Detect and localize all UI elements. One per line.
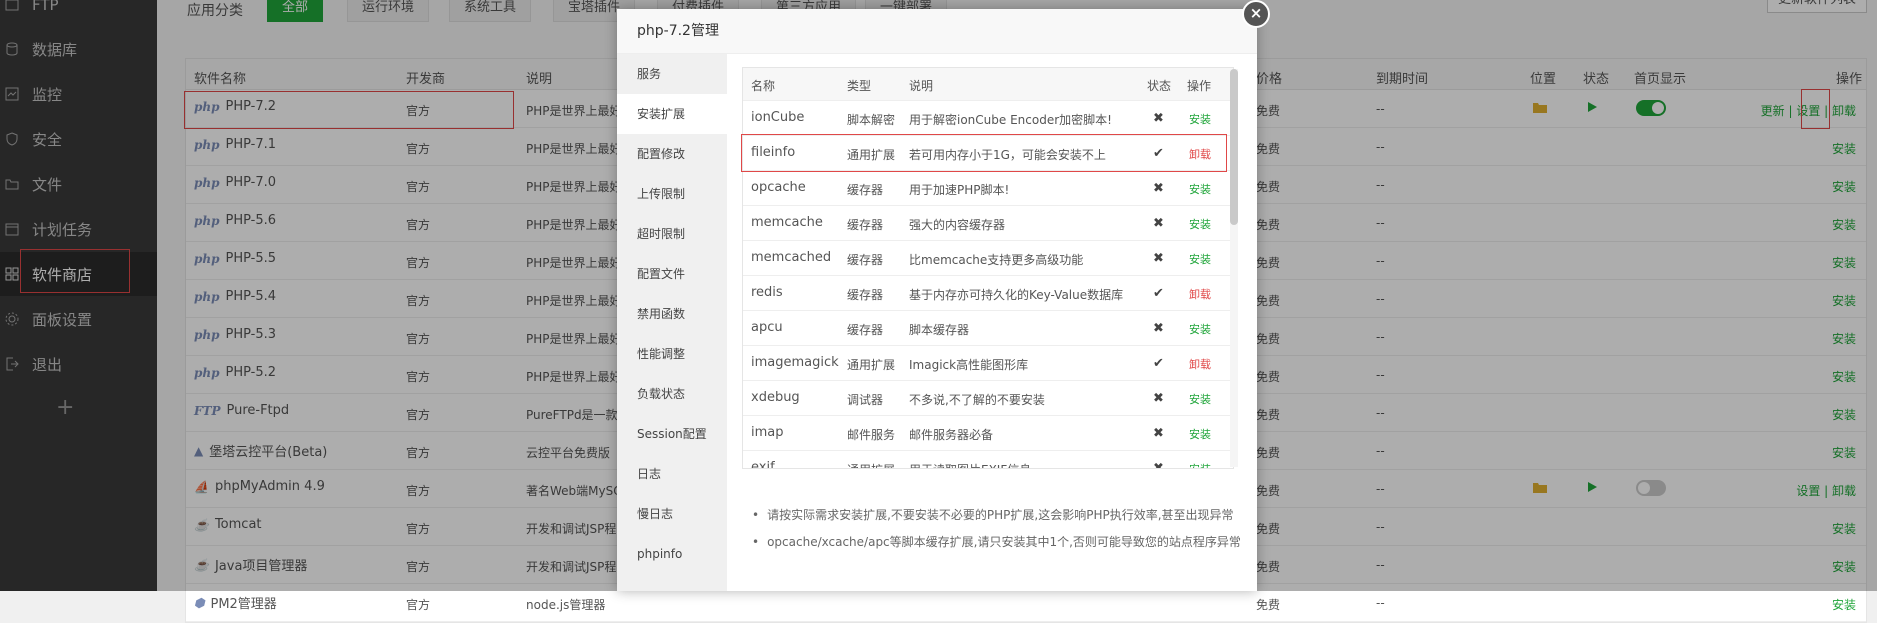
menu-item[interactable]: 配置修改 [617, 134, 727, 174]
menu-item[interactable]: 性能调整 [617, 334, 727, 374]
extension-desc: 邮件服务器必备 [909, 428, 994, 442]
extension-type: 通用扩展 [847, 358, 896, 372]
software-name-label: PM2管理器 [210, 597, 277, 612]
extension-row: imap 邮件服务 邮件服务器必备 ✖ 安装 [743, 416, 1233, 451]
notes-list: 请按实际需求安装扩展,不要安装不必要的PHP扩展,这会影响PHP执行效率,甚至出… [752, 506, 1241, 560]
extension-row: ionCube 脚本解密 用于解密ionCube Encoder加密脚本! ✖ 安装 [743, 101, 1233, 136]
menu-item[interactable]: 超时限制 [617, 214, 727, 254]
extension-desc: 强大的内容缓存器 [909, 218, 1006, 232]
menu-item[interactable]: 服务 [617, 54, 727, 94]
highlight-box [741, 134, 1227, 172]
cross-icon: ✖ [1153, 251, 1164, 266]
install-link[interactable]: 安装 [1189, 426, 1211, 442]
extension-desc: 比memcache支持更多高级功能 [909, 253, 1084, 267]
description-cell: node.js管理器 [526, 598, 606, 612]
extension-desc: 用于加速PHP脚本! [909, 183, 1010, 197]
extension-row: redis 缓存器 基于内存亦可持久化的Key-Value数据库 ✔ 卸载 [743, 276, 1233, 311]
extension-table: 名称 类型 说明 状态 操作 ionCube 脚本解密 用于解密ionCube En… [742, 67, 1234, 469]
cross-icon: ✖ [1153, 426, 1164, 441]
extension-table-header: 名称 类型 说明 状态 操作 [743, 68, 1233, 101]
extension-type: 缓存器 [847, 183, 884, 197]
extension-type: 缓存器 [847, 323, 884, 337]
extension-row: xdebug 调试器 不多说,不了解的不要安装 ✖ 安装 [743, 381, 1233, 416]
expire-cell: -- [1376, 596, 1385, 610]
menu-item[interactable]: 上传限制 [617, 174, 727, 214]
menu-item[interactable]: Session配置 [617, 414, 727, 454]
check-icon: ✔ [1153, 286, 1164, 301]
menu-item[interactable]: 日志 [617, 454, 727, 494]
menu-item[interactable]: 禁用函数 [617, 294, 727, 334]
extension-name: memcache [751, 215, 823, 230]
cross-icon: ✖ [1153, 461, 1164, 469]
software-logo: ⬢ [194, 595, 205, 610]
scrollbar-thumb[interactable] [1230, 69, 1238, 225]
extension-name: ionCube [751, 110, 805, 125]
extension-type: 调试器 [847, 393, 884, 407]
extension-row: memcache 缓存器 强大的内容缓存器 ✖ 安装 [743, 206, 1233, 241]
extension-name: imagemagick [751, 355, 839, 370]
dialog-menu: 服务 安装扩展 配置修改 上传限制 超时限制 配置文件 禁用函数 性能调整 负载状态 Sessio… [617, 54, 727, 591]
cross-icon: ✖ [1153, 216, 1164, 231]
uninstall-link[interactable]: 卸载 [1189, 356, 1211, 372]
extension-desc: 不多说,不了解的不要安装 [909, 393, 1045, 407]
extension-type: 邮件服务 [847, 428, 896, 442]
check-icon: ✔ [1153, 356, 1164, 371]
install-link[interactable]: 安装 [1189, 391, 1211, 407]
extension-row: memcached 缓存器 比memcache支持更多高级功能 ✖ 安装 [743, 241, 1233, 276]
extension-name: redis [751, 285, 783, 300]
extension-desc: 脚本缓存器 [909, 323, 970, 337]
uninstall-link[interactable]: 卸载 [1189, 286, 1211, 302]
extension-name: memcached [751, 250, 832, 265]
column-header: 操作 [1187, 79, 1212, 93]
extension-desc: 用于读取图片EXIF信息 [909, 461, 1031, 468]
menu-item[interactable]: 安装扩展 [617, 94, 727, 134]
column-header: 类型 [847, 79, 872, 93]
note-item: opcache/xcache/apc等脚本缓存扩展,请只安装其中1个,否则可能导… [752, 533, 1241, 550]
install-link[interactable]: 安装 [1189, 251, 1211, 267]
extension-type: 缓存器 [847, 218, 884, 232]
extension-type: 缓存器 [847, 253, 884, 267]
extension-name: opcache [751, 180, 806, 195]
column-header: 名称 [751, 79, 776, 93]
extension-type: 脚本解密 [847, 113, 896, 127]
note-item: 请按实际需求安装扩展,不要安装不必要的PHP扩展,这会影响PHP执行效率,甚至出… [752, 506, 1241, 523]
extension-row: opcache 缓存器 用于加速PHP脚本! ✖ 安装 [743, 171, 1233, 206]
install-link[interactable]: 安装 [1189, 111, 1211, 127]
menu-item[interactable]: 配置文件 [617, 254, 727, 294]
extension-type: 通用扩展 [847, 461, 895, 468]
extension-name: exif [751, 460, 775, 469]
cross-icon: ✖ [1153, 391, 1164, 406]
price-cell: 免费 [1256, 598, 1281, 612]
menu-item[interactable]: 慢日志 [617, 494, 727, 534]
extension-row: imagemagick 通用扩展 Imagick高性能图形库 ✔ 卸载 [743, 346, 1233, 381]
menu-item[interactable]: 负载状态 [617, 374, 727, 414]
extension-desc: 用于解密ionCube Encoder加密脚本! [909, 113, 1112, 127]
column-header: 说明 [909, 79, 934, 93]
php-manage-dialog: php-7.2管理 服务 安装扩展 配置修改 上传限制 超时限制 配置文件 禁用函数 性能调整… [617, 9, 1257, 591]
install-link[interactable]: 安装 [1189, 216, 1211, 232]
software-name: ⬢ PM2管理器 [194, 593, 277, 613]
cross-icon: ✖ [1153, 321, 1164, 336]
extension-name: xdebug [751, 390, 800, 405]
extension-type: 缓存器 [847, 288, 884, 302]
extension-name: imap [751, 425, 784, 440]
close-icon[interactable]: × [1242, 0, 1270, 28]
developer-cell: 官方 [406, 598, 431, 612]
extension-name: apcu [751, 320, 783, 335]
extension-desc: 基于内存亦可持久化的Key-Value数据库 [909, 288, 1124, 302]
install-link[interactable]: 安装 [1189, 461, 1211, 468]
extension-row: apcu 缓存器 脚本缓存器 ✖ 安装 [743, 311, 1233, 346]
dialog-title: php-7.2管理 [617, 9, 1257, 54]
menu-item[interactable]: phpinfo [617, 534, 727, 574]
install-link[interactable]: 安装 [1189, 321, 1211, 337]
cross-icon: ✖ [1153, 111, 1164, 126]
install-link[interactable]: 安装 [1189, 181, 1211, 197]
extension-desc: Imagick高性能图形库 [909, 358, 1029, 372]
column-header: 状态 [1147, 79, 1172, 93]
extension-scrollbar[interactable] [1230, 69, 1238, 467]
cross-icon: ✖ [1153, 181, 1164, 196]
row-actions[interactable]: 安装 [1832, 596, 1856, 613]
extension-row: exif 通用扩展 用于读取图片EXIF信息 ✖ 安装 [743, 451, 1233, 469]
